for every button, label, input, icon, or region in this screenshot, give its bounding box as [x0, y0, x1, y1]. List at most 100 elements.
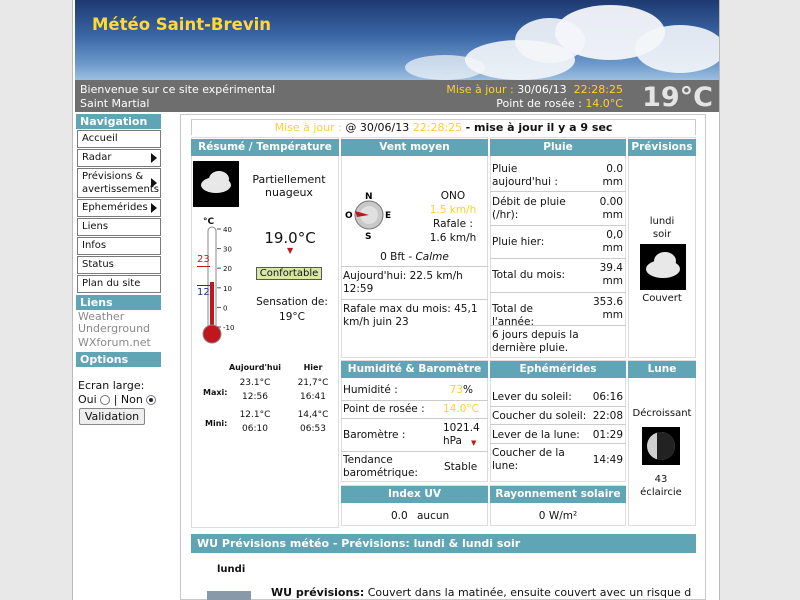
max-marker: 23	[197, 254, 210, 267]
svg-text:S: S	[365, 232, 371, 241]
sidebar: Navigation Accueil Radar Prévisions & av…	[76, 114, 161, 429]
max-today-time: 12:56	[242, 392, 268, 402]
dew-value: 14.0°C	[443, 403, 479, 415]
rain-year-value: 353.6 mm	[592, 296, 623, 321]
validate-button[interactable]: Validation	[79, 408, 145, 425]
beaufort: 0 Bft - Calme	[380, 251, 449, 263]
svg-text:O: O	[345, 211, 353, 221]
trend-label: Tendance barométrique:	[343, 454, 418, 479]
rain-note: 6 jours depuis la dernière pluie.	[492, 329, 579, 354]
rain-month-value: 39.4 mm	[599, 262, 623, 287]
rain-month-label: Total du mois:	[492, 269, 566, 281]
rain-today-label: Pluie aujourd'hui :	[492, 163, 558, 188]
divider	[341, 266, 488, 267]
nav-accueil[interactable]: Accueil	[77, 130, 161, 148]
wu-day: lundi	[217, 564, 246, 575]
submenu-arrow-icon	[151, 203, 157, 213]
link-wxforum[interactable]: WXforum.net	[76, 337, 161, 349]
wind-direction: ONO	[440, 190, 466, 202]
moonset-label: Coucher de la lune:	[492, 447, 565, 472]
moon-header: Lune	[628, 361, 696, 378]
submenu-arrow-icon	[151, 178, 157, 188]
rain-today-value: 0.0 mm	[602, 163, 623, 188]
thermo-tick-label: -10	[223, 324, 234, 332]
dew-label: Point de rosée :	[343, 403, 425, 415]
today-label: Aujourd'hui	[228, 363, 282, 372]
moonset-value: 14:49	[592, 454, 623, 466]
min-today: 12.1°C	[239, 410, 271, 420]
ephemerides-header: Ephémérides	[490, 361, 626, 378]
uv-desc: aucun	[417, 510, 450, 522]
nav-radar[interactable]: Radar	[77, 149, 161, 167]
wu-forecast-icon	[207, 591, 251, 600]
solar-value: 0 W/m²	[538, 510, 578, 522]
partly-cloudy-night-icon	[193, 161, 239, 207]
divider	[341, 418, 488, 419]
divider	[341, 400, 488, 401]
wind-month-max: Rafale max du mois: 45,1 km/h juin 23	[343, 303, 478, 328]
svg-text:E: E	[385, 211, 391, 221]
rain-rate-label: Débit de pluie (/hr):	[492, 196, 566, 221]
max-yesterday-time: 16:41	[300, 392, 326, 402]
baro-value: 1021.4 hPa	[443, 422, 480, 447]
header-dewpoint: Point de rosée : 14.0°C	[496, 97, 623, 110]
uv-header: Index UV	[341, 486, 488, 503]
humidity-value: 73%	[449, 384, 473, 396]
forecast-day: lundi soir	[649, 216, 675, 240]
location-text: Saint Martial	[80, 97, 150, 110]
site-title: Météo Saint-Brevin	[92, 15, 271, 34]
min-yesterday: 14,4°C	[297, 410, 329, 420]
baro-trend-down-icon: ▼	[471, 439, 477, 447]
info-bar: Bienvenue sur ce site expérimental Saint…	[75, 80, 719, 113]
site-banner: Météo Saint-Brevin	[75, 0, 719, 80]
rain-yesterday-label: Pluie hier:	[492, 236, 545, 248]
summary-header: Résumé / Température	[191, 139, 339, 156]
baro-label: Baromètre :	[343, 429, 406, 441]
thermo-tick-label: 20	[223, 265, 232, 273]
divider	[490, 406, 626, 407]
nav-infos[interactable]: Infos	[77, 237, 161, 255]
svg-text:N: N	[365, 192, 373, 202]
thermo-tick-label: 40	[223, 226, 232, 234]
main-panel: Mise à jour : @ 30/06/13 22:28:25 - mise…	[180, 114, 706, 600]
divider	[490, 225, 626, 226]
radio-non[interactable]	[146, 395, 157, 405]
trend-value: Stable	[444, 461, 478, 473]
divider	[490, 292, 626, 293]
min-yesterday-time: 06:53	[300, 424, 326, 434]
ext-links-title: Liens externes	[76, 295, 161, 322]
divider	[490, 258, 626, 259]
thermo-tick-label: 10	[223, 285, 232, 293]
gust-label: Rafale :	[433, 218, 473, 230]
nav-ephemerides[interactable]: Ephemérides	[77, 199, 161, 217]
nav-plan[interactable]: Plan du site	[77, 275, 161, 293]
moon-percent: 43 éclaircie	[640, 474, 682, 498]
gust-value: 1.6 km/h	[429, 232, 477, 244]
wind-header: Vent moyen	[341, 139, 488, 156]
large-screen-label: Ecran large:	[78, 379, 145, 392]
moonrise-value: 01:29	[592, 429, 623, 441]
divider	[341, 299, 488, 300]
max-today: 23.1°C	[239, 378, 271, 388]
wind-compass-icon: N E S O	[345, 192, 391, 241]
options-title: Options	[76, 352, 161, 367]
temp-trend-down-icon: ▼	[287, 246, 294, 255]
thermo-tick-label: 0	[223, 304, 227, 312]
moon-phase: Décroissant	[632, 408, 692, 419]
welcome-text: Bienvenue sur ce site expérimental	[80, 83, 276, 96]
link-wunderground[interactable]: Weather Underground	[76, 311, 161, 335]
moonrise-label: Lever de la lune:	[492, 429, 580, 441]
max-yesterday: 21,7°C	[297, 378, 329, 388]
sunrise-value: 06:16	[592, 391, 623, 403]
yesterday-label: Hier	[303, 363, 323, 372]
forecast-header: Prévisions	[628, 139, 696, 156]
wu-forecast-text: WU prévisions: Couvert dans la matinée, …	[271, 586, 691, 599]
humidity-label: Humidité :	[343, 384, 398, 396]
nav-previsions[interactable]: Prévisions & avertissements	[77, 168, 161, 198]
radio-oui[interactable]	[100, 395, 111, 405]
min-today-time: 06:10	[242, 424, 268, 434]
nav-status[interactable]: Status	[77, 256, 161, 274]
rain-yesterday-value: 0,0 mm	[602, 229, 623, 254]
nav-liens[interactable]: Liens	[77, 218, 161, 236]
current-temperature: 19°C	[642, 82, 713, 113]
